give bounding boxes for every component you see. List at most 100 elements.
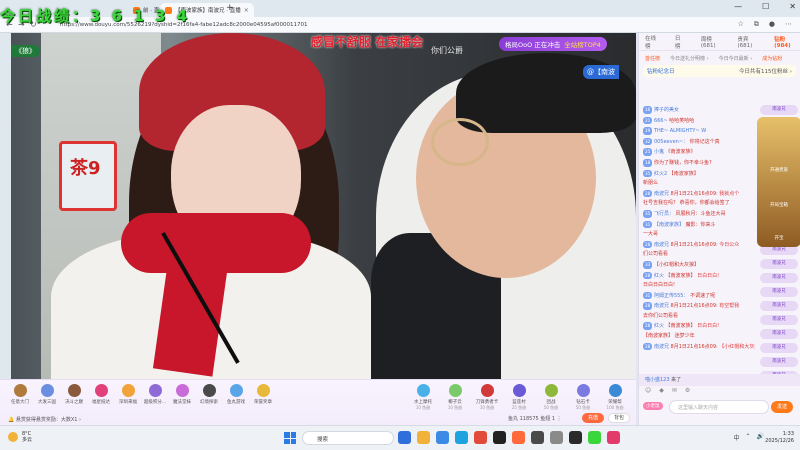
- chat-message[interactable]: 28 南波兄 8月1日21点16点09: 有空帮我: [641, 301, 755, 312]
- gift-icon[interactable]: ✉: [672, 387, 677, 394]
- chat-message[interactable]: 28 南波兄 8月1日21点16点09: 【小红帽和大灰狼】: [641, 342, 755, 353]
- chat-message[interactable]: 们公司看看: [641, 250, 755, 260]
- settings-icon[interactable]: ⚙: [685, 387, 690, 394]
- rank-first[interactable]: 首任榜: [645, 55, 660, 62]
- chat-message[interactable]: 【南波家族】 迷梦少年: [641, 332, 755, 342]
- user-badge[interactable]: 南波兄: [760, 273, 798, 283]
- taskbar-app-icon[interactable]: [436, 431, 449, 444]
- taskbar-app-icon[interactable]: [455, 431, 468, 444]
- chat-message[interactable]: 新朋么: [641, 179, 755, 189]
- gift-item[interactable]: 鱼丸游戏: [222, 384, 250, 405]
- user-badge[interactable]: 南波兄: [760, 357, 798, 367]
- chat-message[interactable]: 18 你为了赚钱，你不幸斗鱼?: [641, 158, 755, 169]
- chat-message[interactable]: 31 阿姆正传555： 不调速了呢: [641, 291, 755, 302]
- taskbar-app-icon[interactable]: [474, 431, 487, 444]
- chat-message[interactable]: 28 红火 【南波家族】 日白日白!: [641, 271, 755, 282]
- taskbar-app-icon[interactable]: [607, 431, 620, 444]
- chat-username[interactable]: 捧子的美女: [654, 107, 679, 113]
- chat-message[interactable]: 35 飞行员： 风展秋月：斗鱼还大哥: [641, 209, 755, 220]
- gift-item[interactable]: 荣耀帮 100 鱼翅: [600, 384, 630, 411]
- gift-item[interactable]: 幻境探索: [195, 384, 223, 405]
- tab-day[interactable]: 日榜: [675, 34, 683, 50]
- chat-message[interactable]: 25 小鬼 《南波家族》: [641, 147, 755, 158]
- chat-username[interactable]: 南波兄: [654, 303, 669, 309]
- chat-username[interactable]: 南波兄: [654, 191, 669, 197]
- chat-message[interactable]: 日白日白日白!: [641, 281, 755, 291]
- chat-message[interactable]: 去你们公司看看: [641, 312, 755, 322]
- chat-username[interactable]: 南波兄: [654, 344, 669, 350]
- chat-username[interactable]: 南波兄: [654, 242, 669, 248]
- chat-username[interactable]: 小鬼: [654, 149, 664, 155]
- maximize-button[interactable]: ☐: [762, 2, 769, 11]
- rank-gift[interactable]: 今日送礼分明榜 ›: [670, 55, 709, 62]
- chat-message[interactable]: 33 【小红帽和大灰狼】: [641, 260, 755, 271]
- charge-button[interactable]: 充值: [582, 413, 604, 423]
- gift-item[interactable]: 水上摩托 10 鱼翅: [408, 384, 438, 411]
- chat-message[interactable]: 21 666~ 哈哈笑哈哈: [641, 116, 755, 127]
- chat-username[interactable]: 666~: [654, 118, 668, 124]
- chat-message[interactable]: 28 南波兄 8月1日21点16点09: 今日公众: [641, 240, 755, 251]
- profile-icon[interactable]: ●: [769, 20, 775, 29]
- volume-icon[interactable]: 🔊: [757, 433, 764, 442]
- backpack-button[interactable]: 背包: [608, 413, 630, 423]
- tab-online[interactable]: 在线榜: [645, 34, 657, 50]
- tray-expand-icon[interactable]: ⌃: [745, 433, 750, 442]
- tab-diamond-fans[interactable]: 钻粉(984): [774, 35, 794, 49]
- chat-username[interactable]: 红火: [654, 323, 664, 329]
- taskbar-app-icon[interactable]: [550, 431, 563, 444]
- user-badge[interactable]: 南波兄: [760, 287, 798, 297]
- taskbar-app-icon[interactable]: [569, 431, 582, 444]
- taskbar-app-icon[interactable]: [512, 431, 525, 444]
- gift-item[interactable]: 大发三国: [33, 384, 61, 405]
- taskbar-clock[interactable]: 1:33 2025/12/26: [765, 431, 794, 445]
- right-tag[interactable]: @【南波: [583, 65, 619, 79]
- emoji-icon[interactable]: ☺: [645, 387, 651, 394]
- chat-username[interactable]: THE~ ALMIGHTY~ W: [654, 128, 706, 134]
- chat-message[interactable]: 社号吉我在吗？ 恭喜你，你都会给签了: [641, 199, 755, 209]
- noble-promo-banner[interactable]: 开通贵族 开局宝箱 开宝: [757, 117, 800, 247]
- rank-latest[interactable]: 今日今日最新 ›: [719, 55, 753, 62]
- gift-item[interactable]: 福星抵达: [87, 384, 115, 405]
- gift-item[interactable]: 任意大门: [6, 384, 34, 405]
- new-tab-button[interactable]: +: [226, 3, 234, 13]
- taskbar-app-icon[interactable]: [398, 431, 411, 444]
- gift-item[interactable]: 蓝莲村 25 鱼翅: [504, 384, 534, 411]
- minimize-button[interactable]: —: [734, 2, 742, 11]
- close-tab-icon[interactable]: ×: [244, 7, 249, 14]
- rank-badge[interactable]: 格局OoO 正在冲击 全站榜TOP4: [499, 37, 607, 51]
- taskbar-app-icon[interactable]: [531, 431, 544, 444]
- chat-message[interactable]: 35 红火2 【南波家族】: [641, 169, 755, 180]
- welcome-name[interactable]: 喵小盛123: [645, 377, 670, 383]
- start-button[interactable]: [284, 432, 296, 444]
- send-button[interactable]: 发送: [771, 401, 793, 413]
- user-badge[interactable]: 南波兄: [760, 329, 798, 339]
- chat-message[interactable]: 28 南波兄 8月1日21点16点09: 我就点个: [641, 189, 755, 200]
- extensions-icon[interactable]: ⧉: [754, 20, 759, 29]
- user-badge[interactable]: 南波兄: [760, 259, 798, 269]
- live-video-player[interactable]: 茶9 感冒不舒服 在家播会 《狼》 你们公爵 格局OoO 正在冲击 全站榜TOP…: [11, 33, 636, 379]
- menu-icon[interactable]: ⋯: [785, 20, 792, 29]
- ime-indicator[interactable]: 中: [733, 433, 739, 442]
- fan-badge-icon[interactable]: ◆: [659, 387, 664, 394]
- chat-username[interactable]: 飞行员：: [654, 211, 674, 217]
- gift-item[interactable]: 椰子云 10 鱼翅: [440, 384, 470, 411]
- taskbar-search[interactable]: 搜索: [302, 431, 394, 445]
- user-badge[interactable]: 南波兄: [760, 105, 798, 115]
- chat-username[interactable]: 【南波家族】: [654, 222, 684, 228]
- chat-message[interactable]: 28 红火 【南波家族】 日白日白!: [641, 321, 755, 332]
- gift-item[interactable]: 荣誉奖章: [249, 384, 277, 405]
- chat-message[interactable]: 19 THE~ ALMIGHTY~ W: [641, 126, 755, 137]
- fan-anniversary-notice[interactable]: 钻粉纪念日 今日共有115位粉丝 ›: [643, 65, 796, 77]
- close-window-button[interactable]: ✕: [789, 2, 796, 11]
- tab-week[interactable]: 周榜(681): [701, 35, 720, 49]
- star-icon[interactable]: ☆: [738, 20, 744, 29]
- left-tag[interactable]: 《狼》: [11, 45, 40, 57]
- gift-item[interactable]: 团战 50 鱼翅: [536, 384, 566, 411]
- weather-widget[interactable]: 8°C 多云: [8, 431, 32, 443]
- taskbar-app-icon[interactable]: [493, 431, 506, 444]
- gift-item[interactable]: 超级积分...: [141, 384, 169, 405]
- chat-message[interactable]: 一大哥: [641, 230, 755, 240]
- gift-item[interactable]: 魔法堂妹: [168, 384, 196, 405]
- gift-item[interactable]: 钻石卡 50 鱼翅: [568, 384, 598, 411]
- user-badge[interactable]: 南波兄: [760, 301, 798, 311]
